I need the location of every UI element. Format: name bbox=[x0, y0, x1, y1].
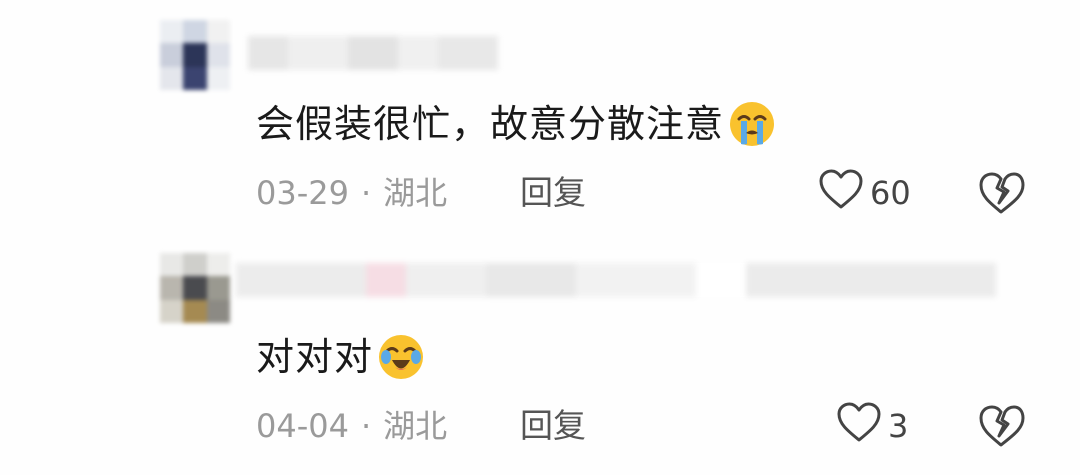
heart-outline-icon bbox=[818, 168, 864, 218]
heart-outline-icon bbox=[836, 401, 882, 451]
comment-meta: 04-04 · 湖北 bbox=[256, 401, 447, 451]
comment-text: 会假装很忙，故意分散注意 bbox=[256, 98, 776, 150]
like-count: 3 bbox=[888, 407, 909, 445]
reply-button[interactable]: 回复 bbox=[520, 168, 586, 218]
comment-date: 03-29 bbox=[256, 174, 349, 212]
like-button[interactable]: 60 bbox=[818, 168, 911, 218]
loudly-crying-face-icon bbox=[728, 100, 776, 148]
comment-item: 对对对 04-04 · 湖北 回复 3 bbox=[0, 233, 1080, 463]
tears-of-joy-crying-face-icon bbox=[377, 333, 425, 381]
avatar[interactable] bbox=[160, 253, 230, 323]
reply-button[interactable]: 回复 bbox=[520, 401, 586, 451]
like-button[interactable]: 3 bbox=[836, 401, 908, 451]
comment-date: 04-04 bbox=[256, 407, 349, 445]
username-blurred[interactable] bbox=[248, 36, 498, 70]
avatar[interactable] bbox=[160, 20, 230, 90]
like-count: 60 bbox=[870, 174, 911, 212]
comment-list: 会假装很忙，故意分散注意 03-29 · 湖北 回复 60 对对对 04-04 … bbox=[0, 0, 1080, 475]
separator-dot: · bbox=[360, 407, 372, 445]
username-blurred[interactable] bbox=[236, 263, 996, 297]
comment-item: 会假装很忙，故意分散注意 03-29 · 湖北 回复 60 bbox=[0, 0, 1080, 230]
comment-location: 湖北 bbox=[383, 174, 448, 212]
separator-dot: · bbox=[360, 174, 372, 212]
broken-heart-icon bbox=[977, 405, 1025, 453]
comment-meta: 03-29 · 湖北 bbox=[256, 168, 447, 218]
comment-text: 对对对 bbox=[256, 331, 425, 383]
broken-heart-icon bbox=[977, 172, 1025, 220]
dislike-button[interactable] bbox=[977, 170, 1025, 216]
comment-location: 湖北 bbox=[383, 407, 448, 445]
dislike-button[interactable] bbox=[977, 403, 1025, 449]
